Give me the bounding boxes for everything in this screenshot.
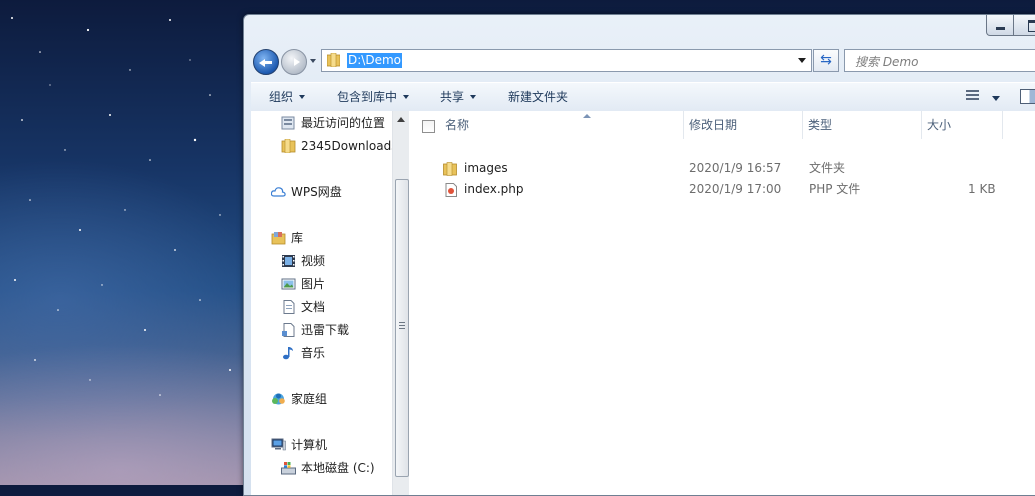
search-placeholder: 搜索 Demo <box>855 55 919 69</box>
recent-pages-dropdown[interactable] <box>310 59 316 63</box>
file-type: 文件夹 <box>809 161 846 175</box>
nav-item-homegroup[interactable]: 家庭组 <box>251 389 392 409</box>
chevron-down-icon <box>470 95 477 99</box>
php-file-icon <box>445 183 457 197</box>
nav-item-2345downloads[interactable]: 2345Downloads <box>251 136 392 156</box>
folder-icon <box>443 162 457 176</box>
file-row[interactable]: index.php 2020/1/9 17:00 PHP 文件 1 KB <box>409 179 1035 200</box>
nav-item-wps-drive[interactable]: WPS网盘 <box>251 182 392 202</box>
file-list: 名称 修改日期 类型 大小 images 2020/1/9 16:57 文件夹 <box>409 111 1035 495</box>
command-bar: 组织 包含到库中 共享 新建文件夹 <box>251 82 1035 112</box>
column-header-modified[interactable]: 修改日期 <box>684 111 803 139</box>
nav-item-recent-places[interactable]: 最近访问的位置 <box>251 113 392 133</box>
column-header-size[interactable]: 大小 <box>922 111 1003 139</box>
nav-item-label: 2345Downloads <box>301 139 392 153</box>
homegroup-icon <box>272 393 285 405</box>
column-header-type[interactable]: 类型 <box>803 111 922 139</box>
navigation-pane: 最近访问的位置 2345Downloads WPS网盘 库 视频 图片 文档 迅… <box>251 111 392 495</box>
navigation-scrollbar[interactable] <box>392 111 410 495</box>
chevron-down-icon <box>299 95 306 99</box>
share-button[interactable]: 共享 <box>440 88 477 106</box>
nav-item-music[interactable]: 音乐 <box>251 343 392 363</box>
nav-item-label: 本地磁盘 (C:) <box>301 461 375 475</box>
new-folder-label: 新建文件夹 <box>508 90 569 104</box>
column-label: 大小 <box>927 118 952 132</box>
back-button[interactable] <box>253 49 279 75</box>
column-label: 名称 <box>445 118 470 132</box>
organize-button[interactable]: 组织 <box>269 88 306 106</box>
pictures-icon <box>281 278 296 290</box>
nav-item-videos[interactable]: 视频 <box>251 251 392 271</box>
scrollbar-thumb[interactable] <box>395 179 409 477</box>
video-icon <box>282 255 295 267</box>
explorer-window: D:\Demo ⇆ 搜索 Demo 组织 包含到库中 共享 新建文件夹 最近访问… <box>243 14 1035 496</box>
address-text[interactable]: D:\Demo <box>347 53 402 68</box>
change-view-icon[interactable] <box>966 90 979 101</box>
grip-icon <box>399 322 405 329</box>
nav-item-label: 计算机 <box>291 438 328 452</box>
drive-icon <box>281 462 296 475</box>
cloud-icon <box>271 187 286 197</box>
maximize-button[interactable] <box>1013 15 1035 36</box>
file-name: images <box>464 161 508 175</box>
share-label: 共享 <box>440 90 465 104</box>
chevron-down-icon[interactable] <box>992 96 1000 101</box>
search-box[interactable]: 搜索 Demo <box>844 49 1035 72</box>
music-icon <box>283 347 293 360</box>
library-icon <box>271 232 286 245</box>
column-label: 修改日期 <box>689 118 738 132</box>
column-header-name[interactable]: 名称 <box>443 111 684 139</box>
computer-icon <box>271 438 286 451</box>
refresh-button[interactable]: ⇆ <box>813 49 839 72</box>
nav-item-label: 迅雷下载 <box>301 323 350 337</box>
chevron-down-icon <box>403 95 410 99</box>
minimize-button[interactable] <box>986 15 1014 36</box>
preview-pane-icon[interactable] <box>1020 89 1035 104</box>
downloads-icon <box>282 323 295 337</box>
nav-item-pictures[interactable]: 图片 <box>251 274 392 294</box>
file-type: PHP 文件 <box>809 182 861 196</box>
desktop-stars <box>11 17 231 396</box>
nav-item-label: 家庭组 <box>291 392 328 406</box>
nav-item-label: 最近访问的位置 <box>301 116 386 130</box>
folder-icon <box>281 139 296 153</box>
nav-item-label: 视频 <box>301 254 326 268</box>
nav-item-label: 音乐 <box>301 346 326 360</box>
nav-item-thunder-downloads[interactable]: 迅雷下载 <box>251 320 392 340</box>
refresh-icon: ⇆ <box>820 52 832 68</box>
nav-item-documents[interactable]: 文档 <box>251 297 392 317</box>
folder-icon <box>327 53 340 67</box>
column-label: 类型 <box>808 118 833 132</box>
new-folder-button[interactable]: 新建文件夹 <box>508 88 568 106</box>
file-row[interactable]: images 2020/1/9 16:57 文件夹 <box>409 158 1035 179</box>
nav-item-local-disk-c[interactable]: 本地磁盘 (C:) <box>251 458 392 478</box>
include-in-library-button[interactable]: 包含到库中 <box>337 88 410 106</box>
recent-places-icon <box>281 116 295 130</box>
nav-item-libraries[interactable]: 库 <box>251 228 392 248</box>
sort-ascending-icon <box>583 114 591 118</box>
file-modified: 2020/1/9 17:00 <box>689 182 782 196</box>
scroll-up-icon[interactable] <box>397 117 405 122</box>
include-library-label: 包含到库中 <box>337 90 398 104</box>
file-size: 1 KB <box>968 182 996 196</box>
file-name: index.php <box>464 182 524 196</box>
organize-label: 组织 <box>269 90 294 104</box>
navigation-bar: D:\Demo ⇆ 搜索 Demo <box>244 45 1035 75</box>
address-bar[interactable]: D:\Demo <box>321 49 812 72</box>
nav-item-label: 文档 <box>301 300 326 314</box>
nav-item-label: 图片 <box>301 277 326 291</box>
file-modified: 2020/1/9 16:57 <box>689 161 782 175</box>
nav-item-label: 库 <box>291 231 304 245</box>
address-dropdown-icon[interactable] <box>798 58 806 63</box>
select-all-checkbox[interactable] <box>422 120 435 133</box>
forward-button[interactable] <box>281 49 307 75</box>
nav-item-label: WPS网盘 <box>291 185 342 199</box>
documents-icon <box>283 300 295 314</box>
nav-item-computer[interactable]: 计算机 <box>251 435 392 455</box>
